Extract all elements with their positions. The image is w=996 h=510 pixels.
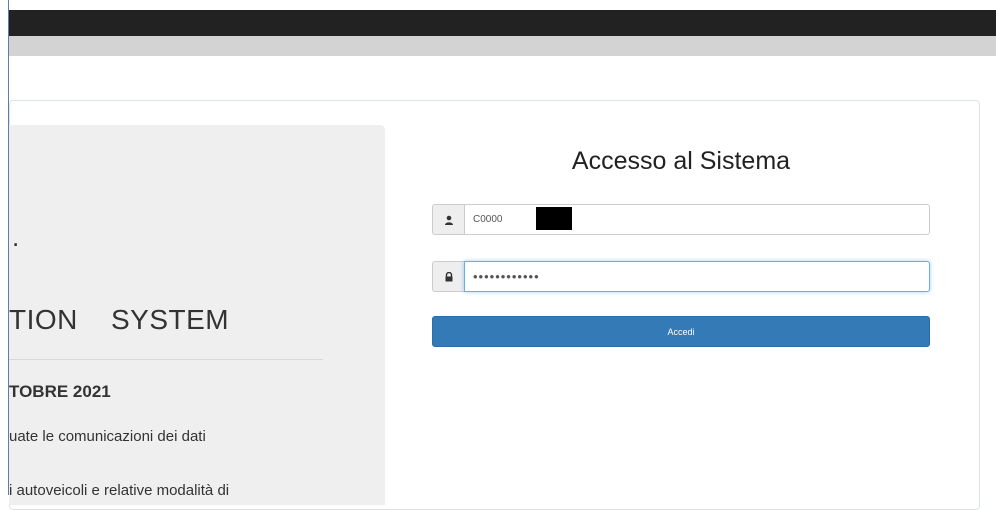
- browser-top-bar: [9, 10, 996, 36]
- news-text-line: uate le comunicazioni dei dati: [9, 428, 206, 445]
- news-date-heading: TOBRE 2021: [9, 382, 111, 401]
- info-heading-fragment: .: [12, 222, 20, 252]
- password-field[interactable]: [464, 261, 930, 292]
- username-group: [432, 204, 930, 235]
- username-field[interactable]: [464, 204, 930, 235]
- accedi-button[interactable]: Accedi: [432, 316, 930, 347]
- password-group: [432, 261, 930, 292]
- redaction-block: [536, 207, 572, 230]
- system-title: TION SYSTEM: [9, 304, 230, 335]
- login-title: Accesso al Sistema: [571, 147, 791, 175]
- info-divider: [9, 359, 323, 360]
- news-text-line: i autoveicoli e relative modalità di: [9, 482, 230, 499]
- lock-icon: [432, 261, 464, 292]
- user-icon: [432, 204, 464, 235]
- browser-sub-bar: [9, 36, 996, 56]
